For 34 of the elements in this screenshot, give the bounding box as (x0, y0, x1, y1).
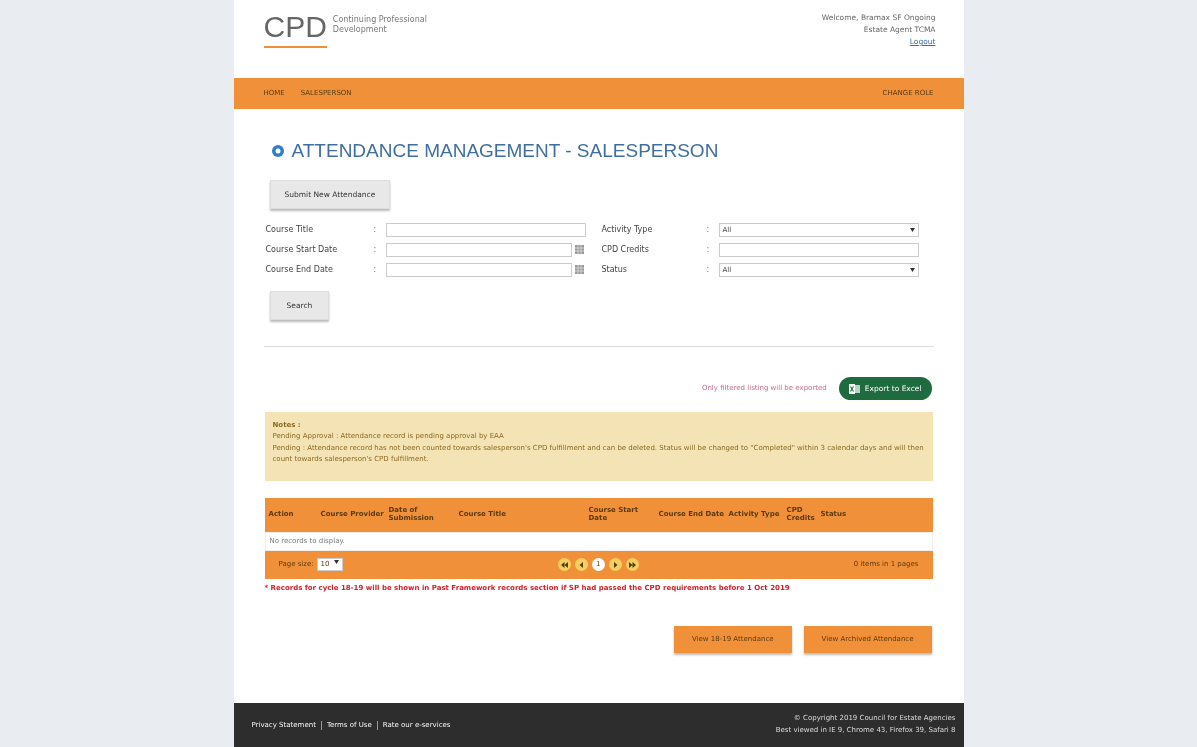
double-right-arrow-icon (628, 561, 636, 568)
separator-text: : (373, 243, 378, 256)
separator-text: : (373, 223, 378, 236)
field-label: CPD Credits (601, 243, 650, 256)
double-left-arrow-icon (560, 561, 568, 568)
logo-subtitle: Continuing Professional Development (332, 15, 427, 35)
date-field[interactable] (385, 262, 572, 277)
field-label: Activity Type (601, 223, 654, 236)
separator-text: : (706, 223, 711, 236)
field-label: Course End Date (265, 263, 334, 276)
separator-text: : (373, 263, 378, 276)
separator-text: : (706, 243, 711, 256)
text-field[interactable] (718, 242, 919, 257)
previous-page-button[interactable] (574, 558, 588, 571)
field-label: Course Title (265, 223, 315, 236)
field-label: Course Start Date (265, 243, 339, 256)
caret-icon (909, 227, 915, 232)
date-field[interactable] (385, 242, 572, 257)
logo-letters: CPD (263, 12, 327, 48)
bullet-icon (271, 145, 284, 158)
field-label: Status (601, 263, 628, 276)
caret-icon (333, 559, 339, 566)
right-arrow-icon (611, 561, 619, 568)
last-page-button[interactable] (625, 558, 639, 571)
next-page-button[interactable] (608, 558, 622, 571)
first-page-button[interactable] (557, 558, 571, 571)
page-title: ATTENDANCE MANAGEMENT - SALESPERSON (291, 139, 719, 163)
text-field[interactable] (385, 222, 586, 237)
calendar-icon[interactable] (574, 265, 584, 275)
calendar-icon[interactable] (574, 245, 584, 255)
separator-text: : (706, 263, 711, 276)
caret-icon (909, 267, 915, 272)
left-arrow-icon (577, 561, 585, 568)
spreadsheet-icon (848, 383, 860, 394)
